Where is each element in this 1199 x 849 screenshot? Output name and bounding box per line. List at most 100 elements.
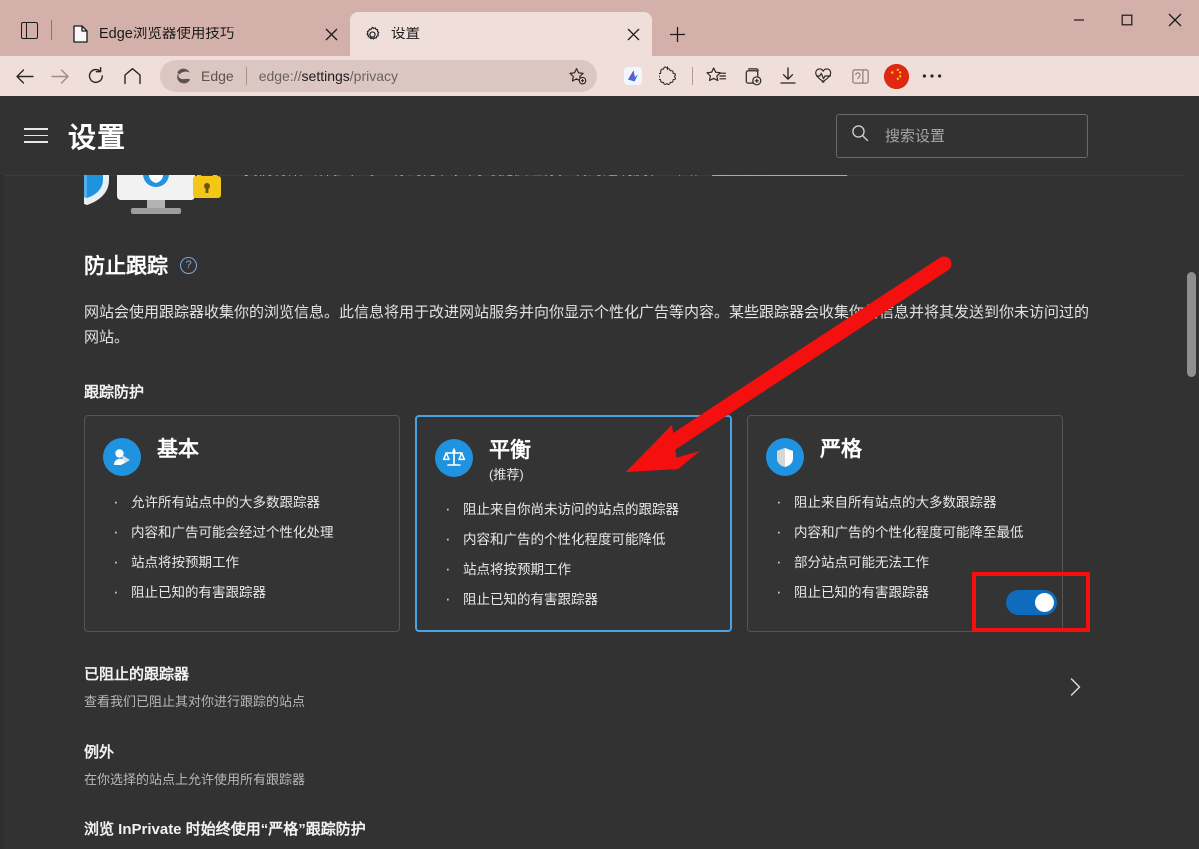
card-title: 平衡 (489, 439, 531, 463)
extensions-icon[interactable] (651, 60, 687, 92)
new-tab-button[interactable] (660, 17, 694, 51)
card-title-block: 严格 (820, 438, 862, 462)
browser-tab-1[interactable]: Edge浏览器使用技巧 (58, 12, 350, 56)
tab-strip: Edge浏览器使用技巧 设置 (0, 0, 1199, 56)
settings-and-more-icon[interactable] (914, 60, 950, 92)
profile-flag-avatar[interactable] (878, 60, 914, 92)
chevron-right-icon[interactable] (1060, 678, 1090, 696)
card-bullet: 内容和广告可能会经过个性化处理 (103, 518, 381, 548)
settings-content: 我们将始终保护和尊重你的隐私，同时提供让你控制的透明度和工具。 了解我们的隐私工… (0, 156, 1090, 841)
gear-icon (363, 25, 381, 43)
favorites-icon[interactable] (698, 60, 734, 92)
row-title: 已阻止的跟踪器 (84, 663, 1060, 684)
forward-button-icon[interactable] (42, 60, 78, 92)
card-subtitle: (推荐) (489, 464, 531, 483)
prevent-tracking-heading-text: 防止跟踪 (84, 250, 168, 280)
china-flag-icon (884, 64, 909, 89)
card-bullets: 阻止来自你尚未访问的站点的跟踪器 内容和广告的个性化程度可能降低 站点将按预期工… (435, 495, 712, 615)
scrollbar-thumb[interactable] (1187, 272, 1196, 377)
card-bullet: 允许所有站点中的大多数跟踪器 (103, 488, 381, 518)
tab-title: Edge浏览器使用技巧 (99, 27, 318, 42)
card-title-block: 平衡 (推荐) (489, 439, 531, 483)
split-screen-icon[interactable] (842, 60, 878, 92)
prevent-tracking-description: 网站会使用跟踪器收集你的浏览信息。此信息将用于改进网站服务并向你显示个性化广告等… (84, 300, 1090, 350)
tab-actions-icon[interactable] (8, 8, 50, 52)
downloads-icon[interactable] (770, 60, 806, 92)
tab-close-icon[interactable] (318, 21, 344, 47)
browser-essentials-icon[interactable] (806, 60, 842, 92)
document-icon (71, 25, 89, 43)
card-bullet: 阻止来自所有站点的大多数跟踪器 (766, 488, 1044, 518)
exceptions-row[interactable]: 例外 在你选择的站点上允许使用所有跟踪器 (84, 741, 1090, 788)
settings-page: 设置 搜索设置 (0, 96, 1199, 849)
toolbar-right-icons (615, 60, 950, 92)
settings-scroll-area[interactable]: 我们将始终保护和尊重你的隐私，同时提供让你控制的透明度和工具。 了解我们的隐私工… (0, 175, 1199, 849)
close-window-button[interactable] (1151, 0, 1199, 40)
tabstrip-left-padding (0, 0, 8, 56)
blocked-trackers-row[interactable]: 已阻止的跟踪器 查看我们已阻止其对你进行跟踪的站点 (84, 663, 1090, 710)
url-host: settings (302, 68, 350, 84)
browser-window: Edge浏览器使用技巧 设置 (0, 0, 1199, 849)
tracking-prevention-toggle-highlight (972, 572, 1090, 632)
omnibox-url[interactable]: edge://settings/privacy (259, 68, 563, 84)
tracking-level-cards: 基本 允许所有站点中的大多数跟踪器 内容和广告可能会经过个性化处理 站点将按预期… (84, 415, 1090, 632)
card-bullet: 站点将按预期工作 (435, 555, 712, 585)
browser-tab-2-settings[interactable]: 设置 (350, 12, 652, 56)
hamburger-line (24, 141, 48, 143)
card-header: 基本 (103, 438, 381, 476)
tracking-level-card-balanced[interactable]: 平衡 (推荐) 阻止来自你尚未访问的站点的跟踪器 内容和广告的个性化程度可能降低… (415, 415, 732, 632)
card-title: 严格 (820, 438, 862, 462)
url-path: /privacy (350, 68, 398, 84)
hamburger-line (24, 128, 48, 130)
row-description: 查看我们已阻止其对你进行跟踪的站点 (84, 691, 1060, 710)
card-header: 严格 (766, 438, 1044, 476)
tab-title: 设置 (391, 27, 620, 42)
tracking-prevention-label: 跟踪防护 (84, 381, 1090, 402)
tab-close-icon[interactable] (620, 21, 646, 47)
balanced-scales-icon (435, 439, 473, 477)
search-placeholder: 搜索设置 (885, 125, 945, 146)
url-prefix: edge:// (259, 68, 302, 84)
card-bullets: 允许所有站点中的大多数跟踪器 内容和广告可能会经过个性化处理 站点将按预期工作 … (103, 488, 381, 608)
tab-actions-glyph (21, 22, 38, 39)
omnibox-divider (246, 67, 247, 85)
refresh-button-icon[interactable] (78, 60, 114, 92)
card-bullet: 站点将按预期工作 (103, 548, 381, 578)
window-controls (1055, 0, 1199, 56)
address-bar[interactable]: Edge edge://settings/privacy (160, 60, 597, 92)
card-bullet: 阻止已知的有害跟踪器 (103, 578, 381, 608)
card-bullet: 阻止来自你尚未访问的站点的跟踪器 (435, 495, 712, 525)
search-settings-input[interactable]: 搜索设置 (836, 114, 1088, 158)
page-title: 设置 (68, 116, 126, 156)
row-title: 浏览 InPrivate 时始终使用“严格”跟踪防护 (84, 819, 1090, 841)
card-title-block: 基本 (157, 438, 199, 462)
strict-shield-icon (766, 438, 804, 476)
home-button-icon[interactable] (114, 60, 150, 92)
edge-logo-icon (174, 67, 192, 85)
inprivate-strict-row[interactable]: 浏览 InPrivate 时始终使用“严格”跟踪防护 (84, 819, 1090, 841)
search-icon (851, 124, 869, 147)
tracking-prevention-toggle[interactable] (1006, 590, 1057, 615)
maximize-button[interactable] (1103, 0, 1151, 40)
card-bullet: 阻止已知的有害跟踪器 (435, 585, 712, 615)
card-title: 基本 (157, 438, 199, 462)
minimize-button[interactable] (1055, 0, 1103, 40)
page-scrollbar[interactable] (1184, 175, 1199, 849)
basic-tracking-icon (103, 438, 141, 476)
browser-toolbar: Edge edge://settings/privacy (0, 56, 1199, 96)
back-button-icon[interactable] (6, 60, 42, 92)
help-icon[interactable]: ? (180, 257, 197, 274)
row-title: 例外 (84, 741, 1090, 762)
tabstrip-divider (51, 20, 52, 40)
row-text: 已阻止的跟踪器 查看我们已阻止其对你进行跟踪的站点 (84, 663, 1060, 710)
add-favorite-star-icon[interactable] (563, 62, 591, 90)
page-left-edge (0, 175, 4, 849)
settings-menu-icon[interactable] (22, 122, 50, 150)
prevent-tracking-heading: 防止跟踪 ? (84, 250, 1090, 280)
row-text: 例外 在你选择的站点上允许使用所有跟踪器 (84, 741, 1090, 788)
tracking-level-card-basic[interactable]: 基本 允许所有站点中的大多数跟踪器 内容和广告可能会经过个性化处理 站点将按预期… (84, 415, 400, 632)
collections-icon[interactable] (734, 60, 770, 92)
copilot-icon[interactable] (615, 60, 651, 92)
card-bullet: 内容和广告的个性化程度可能降低 (435, 525, 712, 555)
toggle-knob (1035, 593, 1054, 612)
